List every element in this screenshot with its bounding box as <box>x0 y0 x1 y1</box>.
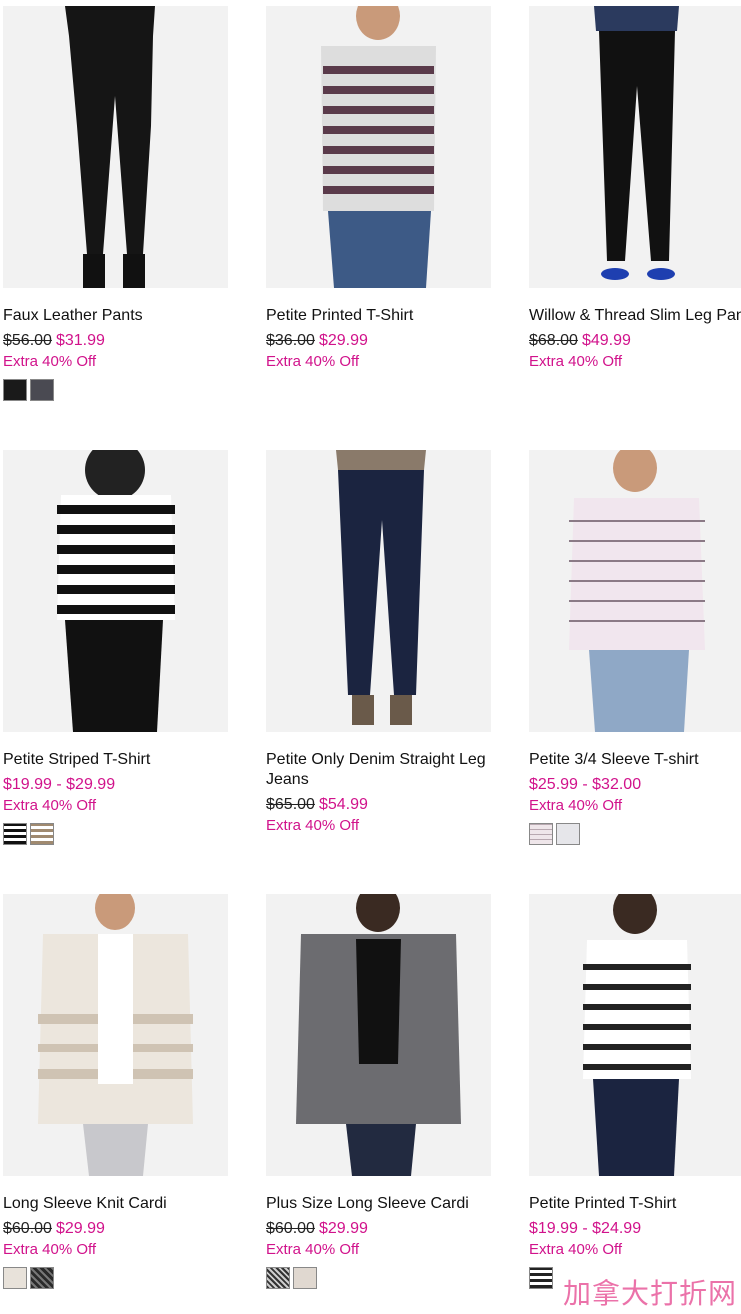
product-image[interactable] <box>529 894 741 1176</box>
promo-text: Extra 40% Off <box>3 353 97 370</box>
product-image[interactable] <box>3 6 228 288</box>
promo-text: Extra 40% Off <box>529 1241 623 1258</box>
sale-price: $49.99 <box>581 332 631 349</box>
color-swatch-cream[interactable] <box>3 1267 27 1289</box>
product-name[interactable]: Petite Only Denim Straight Leg Jeans <box>266 750 494 790</box>
sale-price: $25.99 - $32.00 <box>529 776 642 793</box>
product-image[interactable] <box>3 894 228 1176</box>
product-name[interactable]: Petite Printed T-Shirt <box>529 1194 741 1214</box>
color-swatch-black-stripe[interactable] <box>3 823 27 845</box>
color-swatches <box>3 379 54 401</box>
product-name[interactable]: Petite 3/4 Sleeve T-shirt <box>529 750 741 770</box>
original-price: $65.00 <box>266 796 315 813</box>
color-swatches <box>3 1267 54 1289</box>
color-swatch-oatmeal[interactable] <box>293 1267 317 1289</box>
promo-text: Extra 40% Off <box>529 353 623 370</box>
color-swatches <box>3 823 54 845</box>
product-card[interactable]: Plus Size Long Sleeve Cardi $60.00 $29.99… <box>266 894 506 1294</box>
original-price: $68.00 <box>529 332 578 349</box>
product-image[interactable] <box>529 6 741 288</box>
product-card[interactable]: Long Sleeve Knit Cardi $60.00 $29.99 Extr… <box>3 894 243 1294</box>
product-card[interactable]: Petite Only Denim Straight Leg Jeans $65… <box>266 450 506 850</box>
color-swatch-charcoal[interactable] <box>30 379 54 401</box>
product-name[interactable]: Long Sleeve Knit Cardi <box>3 1194 243 1214</box>
promo-text: Extra 40% Off <box>266 353 360 370</box>
promo-text: Extra 40% Off <box>266 817 360 834</box>
promo-text: Extra 40% Off <box>3 797 97 814</box>
promo-text: Extra 40% Off <box>3 1241 97 1258</box>
color-swatches <box>529 823 580 845</box>
product-image[interactable] <box>529 450 741 732</box>
product-image[interactable] <box>3 450 228 732</box>
color-swatch-tan-stripe[interactable] <box>30 823 54 845</box>
product-card[interactable]: Willow & Thread Slim Leg Pant $68.00 $49.… <box>529 6 741 406</box>
color-swatch-black[interactable] <box>3 379 27 401</box>
product-price: $56.00 $31.99 <box>3 330 105 352</box>
promo-text: Extra 40% Off <box>266 1241 360 1258</box>
product-name[interactable]: Plus Size Long Sleeve Cardi <box>266 1194 506 1214</box>
product-price: $25.99 - $32.00 <box>529 774 641 796</box>
product-name[interactable]: Petite Printed T-Shirt <box>266 306 506 326</box>
product-name[interactable]: Faux Leather Pants <box>3 306 243 326</box>
product-card[interactable]: Petite 3/4 Sleeve T-shirt $25.99 - $32.0… <box>529 450 741 850</box>
color-swatch-grey-marl[interactable] <box>266 1267 290 1289</box>
product-image[interactable] <box>266 450 491 732</box>
product-image[interactable] <box>266 6 491 288</box>
site-watermark: 加拿大打折网 <box>562 1277 737 1310</box>
product-card[interactable]: Petite Printed T-Shirt $36.00 $29.99 Extr… <box>266 6 506 406</box>
promo-text: Extra 40% Off <box>529 797 623 814</box>
sale-price: $29.99 <box>55 1220 105 1237</box>
product-name[interactable]: Willow & Thread Slim Leg Pant <box>529 306 741 326</box>
product-card[interactable]: Faux Leather Pants $56.00 $31.99 Extra 40… <box>3 6 243 406</box>
sale-price: $31.99 <box>55 332 105 349</box>
original-price: $36.00 <box>266 332 315 349</box>
product-name[interactable]: Petite Striped T-Shirt <box>3 750 243 770</box>
original-price: $60.00 <box>3 1220 52 1237</box>
product-price: $65.00 $54.99 <box>266 794 368 816</box>
color-swatch-black-stripe[interactable] <box>529 1267 553 1289</box>
color-swatches <box>266 1267 317 1289</box>
color-swatch-black-print[interactable] <box>30 1267 54 1289</box>
sale-price: $29.99 <box>318 1220 368 1237</box>
product-price: $60.00 $29.99 <box>266 1218 368 1240</box>
color-swatch-pink-stripe[interactable] <box>529 823 553 845</box>
original-price: $60.00 <box>266 1220 315 1237</box>
original-price: $56.00 <box>3 332 52 349</box>
sale-price: $19.99 - $29.99 <box>3 776 116 793</box>
sale-price: $54.99 <box>318 796 368 813</box>
sale-price: $29.99 <box>318 332 368 349</box>
product-card[interactable]: Petite Printed T-Shirt $19.99 - $24.99 E… <box>529 894 741 1294</box>
product-price: $68.00 $49.99 <box>529 330 631 352</box>
product-price: $36.00 $29.99 <box>266 330 368 352</box>
product-image[interactable] <box>266 894 491 1176</box>
product-price: $19.99 - $29.99 <box>3 774 115 796</box>
sale-price: $19.99 - $24.99 <box>529 1220 642 1237</box>
product-price: $19.99 - $24.99 <box>529 1218 641 1240</box>
product-card[interactable]: Petite Striped T-Shirt $19.99 - $29.99 E… <box>3 450 243 850</box>
product-price: $60.00 $29.99 <box>3 1218 105 1240</box>
color-swatches <box>529 1267 553 1289</box>
color-swatch-white-print[interactable] <box>556 823 580 845</box>
